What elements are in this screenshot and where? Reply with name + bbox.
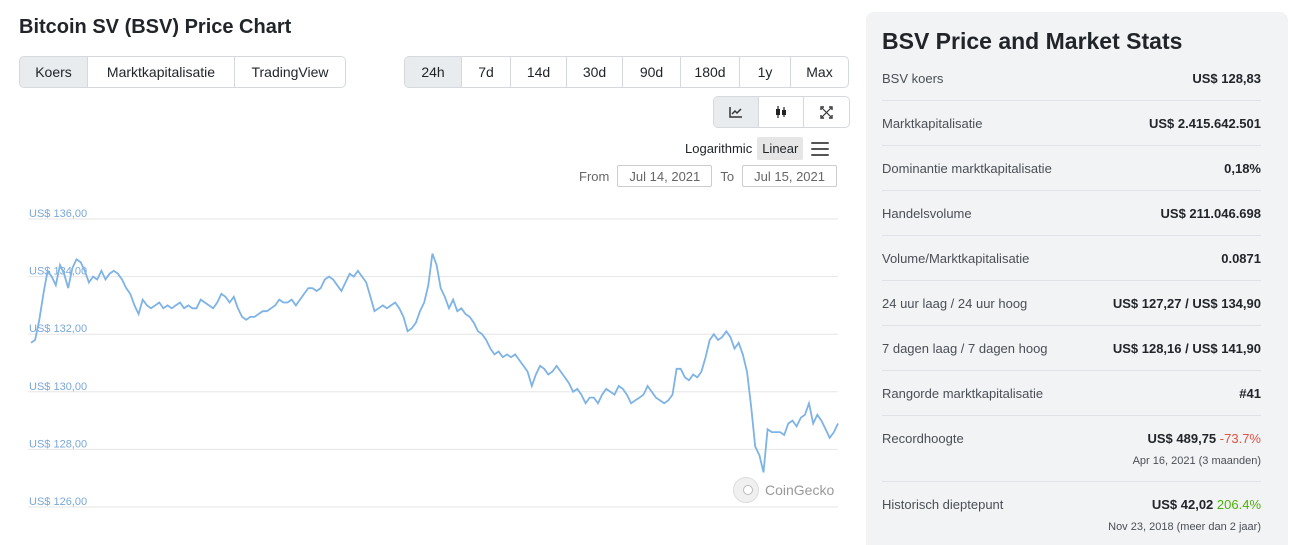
- stat-row-ath: Recordhoogte US$ 489,75 -73.7% Apr 16, 202…: [882, 416, 1261, 482]
- page-root: Bitcoin SV (BSV) Price Chart Koers Markt…: [0, 0, 1295, 545]
- to-label: To: [720, 168, 735, 184]
- date-range: From Jul 14, 2021 To Jul 15, 2021: [579, 165, 845, 187]
- stat-label: Volume/Marktkapitalisatie: [882, 251, 1030, 266]
- stat-label: 7 dagen laag / 7 dagen hoog: [882, 341, 1048, 356]
- stat-value: US$ 42,02 206.4%: [1152, 497, 1261, 512]
- stat-row: 24 uur laag / 24 uur hoog US$ 127,27 / US…: [882, 281, 1261, 326]
- range-90d[interactable]: 90d: [623, 57, 681, 87]
- y-tick-label: US$ 136,00: [29, 208, 87, 220]
- stat-row: Dominantie marktkapitalisatie 0,18%: [882, 146, 1261, 191]
- range-30d[interactable]: 30d: [567, 57, 623, 87]
- from-label: From: [579, 168, 610, 184]
- range-24h[interactable]: 24h: [405, 57, 462, 87]
- stat-value: US$ 211.046.698: [1160, 206, 1261, 221]
- stat-label: Handelsvolume: [882, 206, 972, 221]
- y-tick-label: US$ 126,00: [29, 496, 87, 508]
- scale-selector: Logarithmic Linear: [680, 137, 830, 160]
- stat-value: 0,18%: [1224, 161, 1261, 176]
- stat-label: Rangorde marktkapitalisatie: [882, 386, 1044, 401]
- tab-koers[interactable]: Koers: [20, 57, 88, 87]
- chart-type-tools: [713, 96, 850, 128]
- watermark-text: CoinGecko: [765, 482, 835, 498]
- chart-view-tabs: Koers Marktkapitalisatie TradingView: [19, 56, 346, 88]
- atl-date: Nov 23, 2018 (meer dan 2 jaar): [1108, 521, 1261, 533]
- price-line: [30, 253, 839, 473]
- stat-row: BSV koers US$ 128,83: [882, 56, 1261, 101]
- stat-row: 7 dagen laag / 7 dagen hoog US$ 128,16 / …: [882, 326, 1261, 371]
- time-range-tabs: 24h 7d 14d 30d 90d 180d 1y Max: [404, 56, 849, 88]
- from-date-input[interactable]: Jul 14, 2021: [617, 165, 713, 187]
- range-14d[interactable]: 14d: [511, 57, 567, 87]
- stat-row: Marktkapitalisatie US$ 2.415.642.501: [882, 101, 1261, 146]
- expand-icon: [820, 105, 833, 119]
- y-tick-label: US$ 128,00: [29, 438, 87, 450]
- ath-change: -73.7%: [1219, 431, 1261, 446]
- tab-tradingview[interactable]: TradingView: [235, 57, 345, 87]
- range-max[interactable]: Max: [791, 57, 848, 87]
- stat-label: Recordhoogte: [882, 431, 964, 446]
- stat-value: 0.0871: [1221, 251, 1261, 266]
- stat-row-atl: Historisch dieptepunt US$ 42,02 206.4% Nov…: [882, 482, 1261, 545]
- coingecko-watermark: CoinGecko: [733, 477, 834, 503]
- stats-panel: BSV Price and Market Stats BSV koers US$ …: [866, 12, 1288, 545]
- stats-title: BSV Price and Market Stats: [882, 28, 1183, 54]
- stat-label: Historisch dieptepunt: [882, 497, 1004, 512]
- y-tick-label: US$ 130,00: [29, 381, 87, 393]
- scale-linear[interactable]: Linear: [757, 137, 804, 160]
- candlestick-icon: [776, 106, 786, 118]
- stat-value: US$ 128,16 / US$ 141,90: [1112, 341, 1261, 356]
- to-date-input[interactable]: Jul 15, 2021: [742, 165, 838, 187]
- stat-value: US$ 128,83: [1192, 71, 1261, 86]
- price-chart: US$ 136,00US$ 134,00US$ 132,00US$ 130,00…: [28, 208, 839, 508]
- tab-marktkapitalisatie[interactable]: Marktkapitalisatie: [88, 57, 235, 87]
- stat-value: US$ 489,75 -73.7%: [1148, 431, 1262, 446]
- stat-label: Dominantie marktkapitalisatie: [882, 161, 1052, 176]
- candlestick-button[interactable]: [759, 97, 804, 127]
- stat-value: US$ 2.415.642.501: [1148, 116, 1261, 131]
- line-chart-button[interactable]: [714, 97, 759, 127]
- stat-label: BSV koers: [882, 71, 944, 86]
- range-7d[interactable]: 7d: [462, 57, 511, 87]
- stat-label: 24 uur laag / 24 uur hoog: [882, 296, 1028, 311]
- atl-change: 206.4%: [1216, 497, 1261, 512]
- ath-date: Apr 16, 2021 (3 maanden): [1132, 455, 1261, 467]
- ath-value: US$ 489,75: [1147, 431, 1217, 446]
- expand-button[interactable]: [804, 97, 849, 127]
- stat-value: US$ 127,27 / US$ 134,90: [1112, 296, 1261, 311]
- hamburger-menu-icon[interactable]: [811, 141, 830, 156]
- line-chart-icon: [729, 107, 742, 118]
- stat-row: Rangorde marktkapitalisatie #41: [882, 371, 1261, 416]
- stat-label: Marktkapitalisatie: [882, 116, 983, 131]
- range-1y[interactable]: 1y: [740, 57, 791, 87]
- stat-row: Handelsvolume US$ 211.046.698: [882, 191, 1261, 236]
- scale-logarithmic[interactable]: Logarithmic: [680, 137, 757, 160]
- stat-row: Volume/Marktkapitalisatie 0.0871: [882, 236, 1261, 281]
- range-180d[interactable]: 180d: [681, 57, 740, 87]
- stat-value: #41: [1239, 386, 1261, 401]
- coingecko-logo-icon: [733, 477, 759, 503]
- atl-value: US$ 42,02: [1151, 497, 1214, 512]
- page-title: Bitcoin SV (BSV) Price Chart: [19, 16, 292, 38]
